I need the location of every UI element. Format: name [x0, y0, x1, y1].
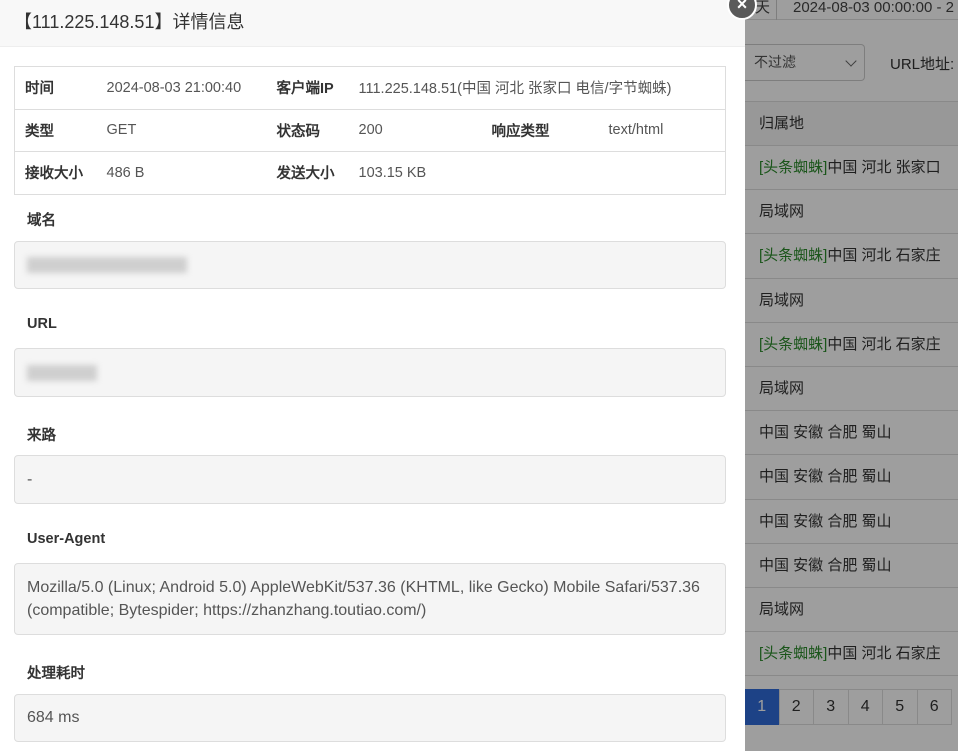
- table-row: 类型 GET 状态码 200 响应类型 text/html: [14, 108, 726, 152]
- status-label: 状态码: [266, 108, 349, 152]
- url-field[interactable]: [14, 348, 726, 397]
- table-row: 接收大小 486 B 发送大小 103.15 KB: [14, 151, 726, 195]
- url-label: URL: [27, 316, 57, 332]
- time-value: 2024-08-03 21:00:40: [96, 66, 267, 110]
- table-row: 时间 2024-08-03 21:00:40 客户端IP 111.225.148…: [14, 66, 726, 110]
- user-agent-field[interactable]: Mozilla/5.0 (Linux; Android 5.0) AppleWe…: [14, 563, 726, 635]
- info-table: 时间 2024-08-03 21:00:40 客户端IP 111.225.148…: [14, 66, 726, 195]
- sent-size-label: 发送大小: [266, 151, 349, 195]
- empty-cell: [598, 151, 726, 195]
- response-type-label: 响应类型: [481, 108, 599, 152]
- referer-label: 来路: [27, 428, 56, 444]
- redacted-url: [27, 364, 97, 381]
- recv-size-value: 486 B: [96, 151, 267, 195]
- recv-size-label: 接收大小: [14, 151, 97, 195]
- client-ip-value: 111.225.148.51(中国 河北 张家口 电信/字节蜘蛛): [348, 66, 726, 110]
- time-cost-label: 处理耗时: [27, 666, 85, 682]
- response-type-value: text/html: [598, 108, 726, 152]
- user-agent-label: User-Agent: [27, 531, 106, 547]
- domain-label: 域名: [27, 213, 56, 229]
- empty-cell: [481, 151, 599, 195]
- modal-title: 【111.225.148.51】详情信息: [0, 0, 745, 47]
- status-value: 200: [348, 108, 482, 152]
- referer-field[interactable]: -: [14, 455, 726, 504]
- type-label: 类型: [14, 108, 97, 152]
- sent-size-value: 103.15 KB: [348, 151, 482, 195]
- redacted-domain: [27, 257, 187, 273]
- domain-field[interactable]: [14, 241, 726, 289]
- time-label: 时间: [14, 66, 97, 110]
- type-value: GET: [96, 108, 267, 152]
- client-ip-label: 客户端IP: [266, 66, 349, 110]
- detail-modal: 【111.225.148.51】详情信息 时间 2024-08-03 21:00…: [0, 0, 745, 751]
- time-cost-field[interactable]: 684 ms: [14, 694, 726, 742]
